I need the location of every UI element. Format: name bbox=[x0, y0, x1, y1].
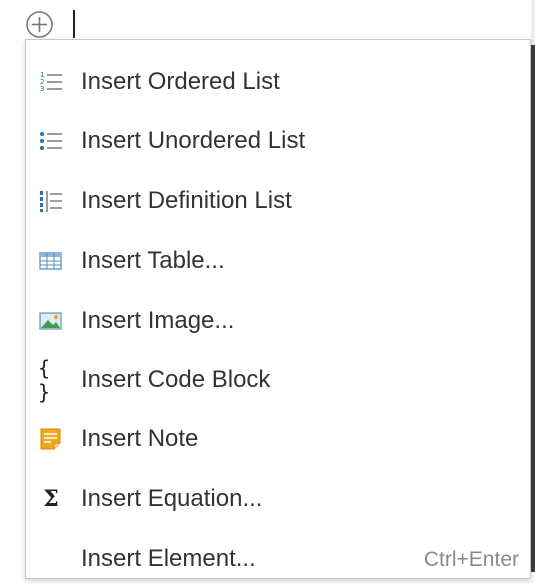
menu-item-label: Insert Image... bbox=[81, 307, 235, 334]
menu-item-definition-list[interactable]: Insert Definition List bbox=[26, 176, 530, 226]
unordered-list-icon bbox=[38, 128, 64, 154]
menu-item-unordered-list[interactable]: Insert Unordered List bbox=[26, 116, 530, 166]
code-block-icon: { } bbox=[38, 356, 50, 404]
equation-icon: Σ bbox=[43, 486, 59, 512]
insert-menu: 1 2 3 Insert Ordered List Insert Unorder… bbox=[25, 39, 531, 579]
insert-plus-button[interactable] bbox=[25, 10, 54, 39]
definition-list-icon bbox=[38, 188, 64, 214]
menu-item-equation[interactable]: Σ Insert Equation... bbox=[26, 474, 530, 524]
image-icon bbox=[38, 308, 64, 334]
note-icon bbox=[38, 426, 64, 452]
keyboard-shortcut: Ctrl+Enter bbox=[423, 548, 519, 571]
ordered-list-icon: 1 2 3 bbox=[38, 69, 64, 95]
menu-item-ordered-list[interactable]: 1 2 3 Insert Ordered List bbox=[26, 57, 530, 107]
background-strip bbox=[531, 0, 535, 572]
menu-item-label: Insert Element... bbox=[81, 545, 256, 572]
plus-circle-icon bbox=[26, 11, 53, 38]
menu-item-label: Insert Definition List bbox=[81, 187, 292, 214]
menu-item-code-block[interactable]: { } Insert Code Block bbox=[26, 355, 530, 405]
svg-text:3: 3 bbox=[40, 85, 44, 93]
menu-item-note[interactable]: Insert Note bbox=[26, 414, 530, 464]
menu-item-table[interactable]: Insert Table... bbox=[26, 236, 530, 286]
menu-item-label: Insert Table... bbox=[81, 247, 225, 274]
menu-item-element[interactable]: Insert Element... Ctrl+Enter bbox=[26, 534, 530, 584]
menu-item-label: Insert Note bbox=[81, 425, 199, 452]
text-cursor bbox=[73, 10, 75, 38]
menu-item-label: Insert Equation... bbox=[81, 485, 263, 512]
menu-item-label: Insert Code Block bbox=[81, 366, 271, 393]
menu-item-label: Insert Unordered List bbox=[81, 127, 306, 154]
menu-item-label: Insert Ordered List bbox=[81, 68, 280, 95]
table-icon bbox=[38, 248, 64, 274]
menu-item-image[interactable]: Insert Image... bbox=[26, 296, 530, 346]
